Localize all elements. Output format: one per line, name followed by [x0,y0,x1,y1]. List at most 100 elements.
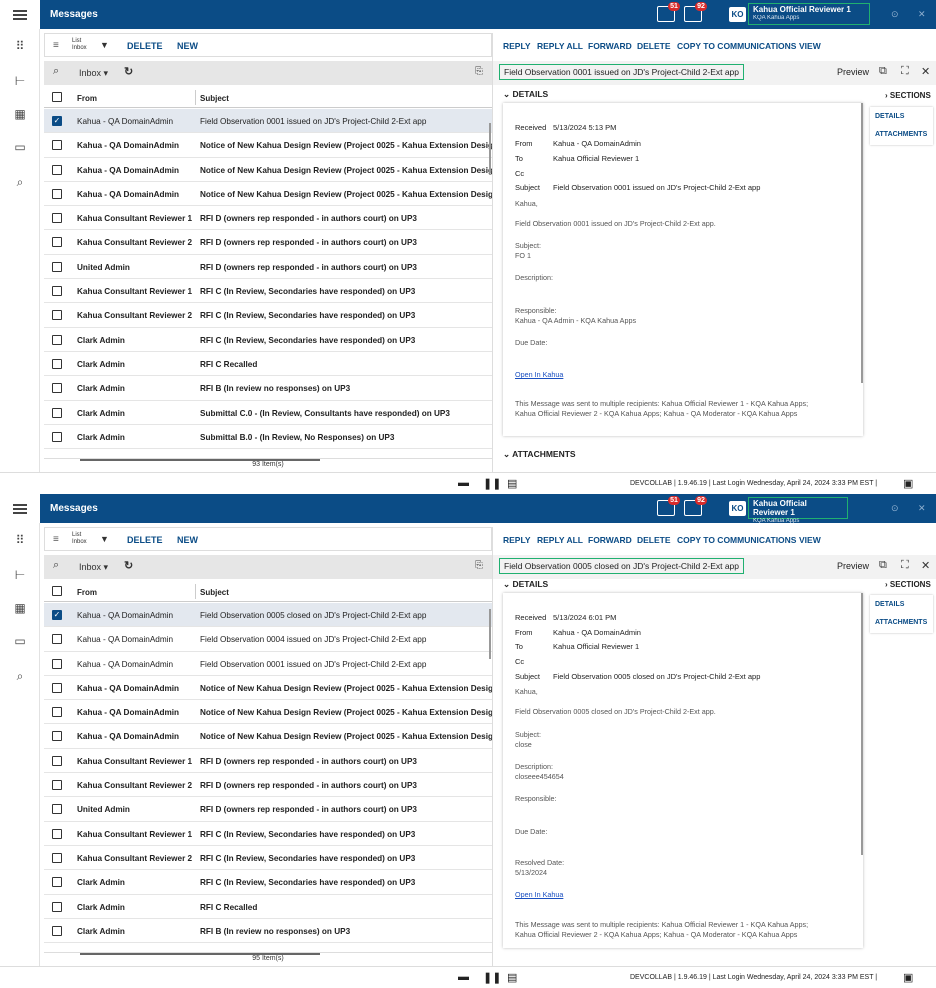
popout-icon[interactable]: ⧉ [879,65,887,78]
row-checkbox[interactable] [52,780,62,791]
chevron-down-icon[interactable]: ▼ [100,534,109,544]
reading-layout-icon[interactable]: ▤ [507,971,517,984]
horizontal-scrollbar[interactable] [80,953,320,955]
table-row[interactable]: ✓ Kahua - QA DomainAdmin Field Observation… [44,109,492,134]
preview-label[interactable]: Preview [837,561,869,571]
row-checkbox[interactable] [52,877,62,888]
sections-toggle[interactable]: › SECTIONS [885,580,931,589]
row-checkbox[interactable] [52,237,62,248]
calendar-icon[interactable]: ▭ [12,140,28,154]
copy-to-communications-button[interactable]: COPY TO COMMUNICATIONS [677,535,796,545]
reply-all-button[interactable]: REPLY ALL [537,41,583,51]
view-button[interactable]: VIEW [799,41,821,51]
delete-message-button[interactable]: DELETE [637,535,671,545]
row-checkbox[interactable] [52,286,62,297]
restore-icon[interactable]: ⊙ [891,503,899,514]
table-row[interactable]: Kahua Consultant Reviewer 1 RFI D (owners… [44,749,492,774]
table-row[interactable]: ✓ Kahua - QA DomainAdmin Field Observation… [44,603,492,628]
sections-toggle[interactable]: › SECTIONS [885,91,931,100]
table-row[interactable]: Clark Admin RFI C Recalled [44,352,492,377]
reply-button[interactable]: REPLY [503,41,531,51]
list-layout-icon[interactable]: ▬ [458,477,469,489]
table-row[interactable]: Kahua - QA DomainAdmin Field Observation … [44,627,492,652]
details-scrollbar[interactable] [861,593,863,855]
search-icon[interactable]: ⌕ [53,65,59,78]
report-icon[interactable]: ▣ [903,477,913,490]
table-row[interactable]: Kahua Consultant Reviewer 2 RFI C (In Rev… [44,846,492,871]
table-row[interactable]: Kahua - QA DomainAdmin Notice of New Kahu… [44,700,492,725]
reply-button[interactable]: REPLY [503,535,531,545]
user-menu[interactable]: Kahua Official Reviewer 1 KQA Kahua Apps [748,3,870,25]
menu-icon[interactable] [0,0,40,29]
row-checkbox[interactable] [52,707,62,718]
sections-details-link[interactable]: DETAILS [875,601,904,608]
search-icon[interactable]: ⌕ [12,175,28,189]
table-row[interactable]: Clark Admin RFI B (In review no responses… [44,919,492,944]
expand-icon[interactable]: ⛶ [901,65,909,78]
select-all-checkbox[interactable] [52,92,62,102]
table-row[interactable]: Kahua - QA DomainAdmin Notice of New Kahu… [44,676,492,701]
dashboard-icon[interactable]: ▦ [12,601,28,615]
calendar-icon[interactable]: ▭ [12,634,28,648]
forward-button[interactable]: FORWARD [588,41,632,51]
search-icon[interactable]: ⌕ [12,669,28,683]
row-checkbox[interactable] [52,213,62,224]
table-row[interactable]: United Admin RFI D (owners rep responded … [44,797,492,822]
avatar[interactable]: KO [729,501,746,516]
close-window-icon[interactable]: ✕ [918,503,926,514]
table-row[interactable]: Kahua - QA DomainAdmin Notice of New Kahu… [44,158,492,182]
open-in-kahua-link[interactable]: Open In Kahua [515,890,563,899]
row-checkbox[interactable] [52,261,62,272]
row-checkbox[interactable] [52,828,62,839]
list-layout-icon[interactable]: ▬ [458,971,469,983]
column-subject[interactable]: Subject [200,588,229,597]
table-row[interactable]: Kahua Consultant Reviewer 1 RFI D (owners… [44,206,492,231]
row-checkbox[interactable] [52,634,62,645]
list-view-icon[interactable]: ≡ [53,40,59,51]
split-layout-icon[interactable]: ❚❚ [483,477,501,490]
attachments-header[interactable]: ⌄ ATTACHMENTS [503,449,576,460]
copy-to-communications-button[interactable]: COPY TO COMMUNICATIONS [677,41,796,51]
popout-icon[interactable]: ⧉ [879,559,887,572]
horizontal-scrollbar[interactable] [80,459,320,461]
row-checkbox[interactable] [52,334,62,345]
row-checkbox[interactable]: ✓ [52,116,62,126]
sections-attachments-link[interactable]: ATTACHMENTS [875,131,927,138]
column-from[interactable]: From [77,588,97,597]
menu-icon[interactable] [0,494,40,523]
forward-button[interactable]: FORWARD [588,535,632,545]
table-row[interactable]: Kahua - QA DomainAdmin Field Observation … [44,652,492,676]
report-icon[interactable]: ▣ [903,971,913,984]
mail-icon[interactable]: 92 [684,496,707,516]
table-row[interactable]: Clark Admin RFI B (In review no responses… [44,376,492,401]
details-header[interactable]: ⌄ DETAILS [503,579,548,590]
table-row[interactable]: Kahua Consultant Reviewer 2 RFI D (owners… [44,230,492,255]
copy-icon[interactable]: ⎘ [475,560,483,571]
table-row[interactable]: Kahua Consultant Reviewer 2 RFI C (In Rev… [44,303,492,328]
dashboard-icon[interactable]: ▦ [12,107,28,121]
row-checkbox[interactable] [52,682,62,693]
new-button[interactable]: NEW [177,535,198,545]
view-selector[interactable]: List Inbox [72,532,87,546]
table-row[interactable]: Kahua - QA DomainAdmin Notice of New Kahu… [44,182,492,207]
delete-button[interactable]: DELETE [127,41,163,51]
row-checkbox[interactable] [52,755,62,766]
list-view-icon[interactable]: ≡ [53,534,59,545]
delete-message-button[interactable]: DELETE [637,41,671,51]
table-row[interactable]: Clark Admin Submittal C.0 - (In Review, C… [44,401,492,425]
row-checkbox[interactable] [52,164,62,175]
mail-icon[interactable]: 92 [684,2,707,22]
table-row[interactable]: Kahua - QA DomainAdmin Notice of New Kahu… [44,724,492,749]
row-checkbox[interactable] [52,731,62,742]
select-all-checkbox[interactable] [52,586,62,596]
view-button[interactable]: VIEW [799,535,821,545]
avatar[interactable]: KO [729,7,746,22]
table-row[interactable]: Clark Admin Submittal B.0 - (In Review, N… [44,425,492,450]
reply-all-button[interactable]: REPLY ALL [537,535,583,545]
table-row[interactable]: Kahua Consultant Reviewer 1 RFI C (In Rev… [44,279,492,304]
table-row[interactable]: Kahua - QA DomainAdmin Notice of New Kahu… [44,133,492,158]
preview-label[interactable]: Preview [837,67,869,77]
table-row[interactable]: Clark Admin RFI C Recalled [44,895,492,919]
refresh-icon[interactable]: ↻ [124,65,133,78]
row-checkbox[interactable] [52,901,62,912]
